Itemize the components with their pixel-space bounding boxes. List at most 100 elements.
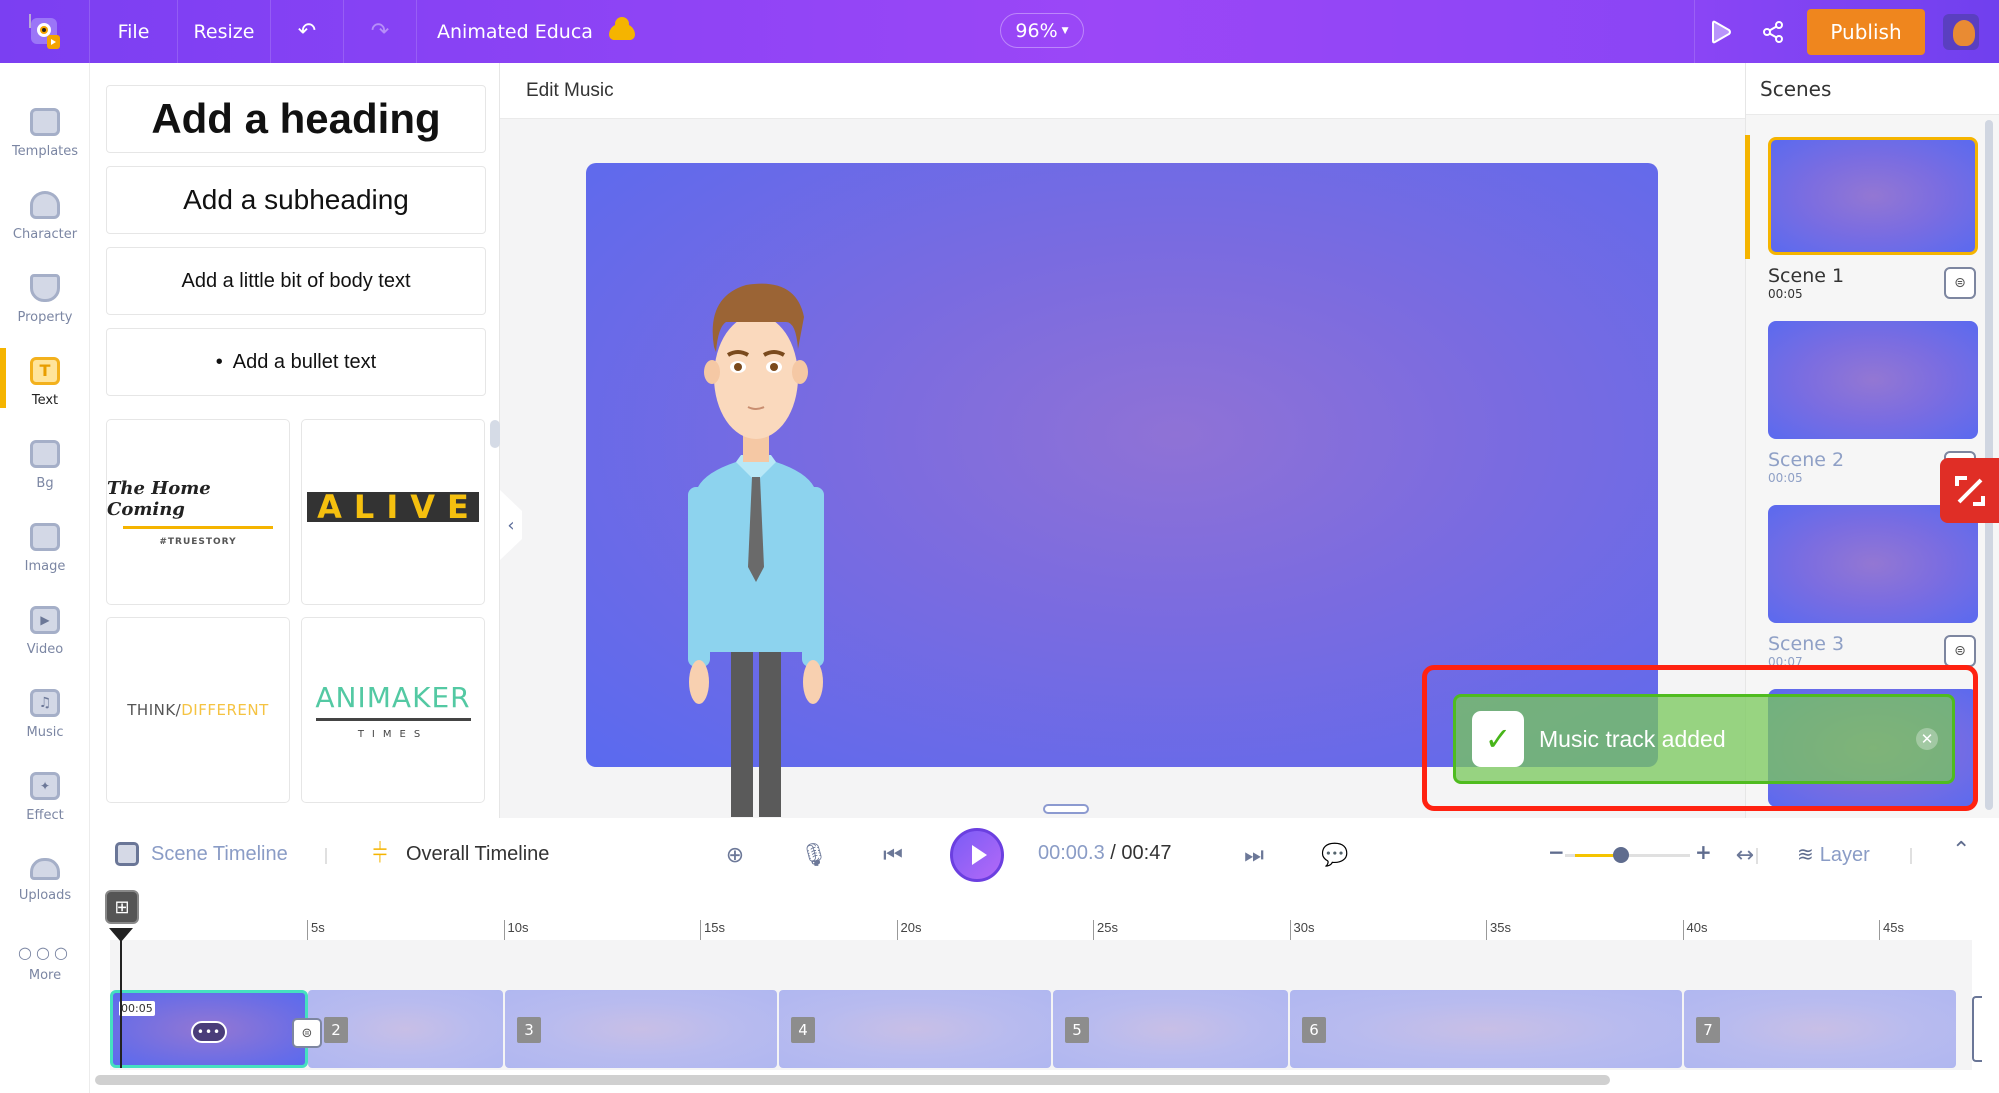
sidebar-label: More (28, 968, 62, 983)
transition-icon: ⊜ (301, 1025, 313, 1041)
block-number: 5 (1065, 1017, 1089, 1043)
bg-icon (30, 439, 60, 468)
redo-icon: ↷ (370, 19, 390, 44)
text-panel: Add a heading Add a subheading Add a lit… (90, 63, 500, 818)
scene-card-1[interactable]: Scene 1 00:05 ⊜ (1768, 137, 1978, 301)
sidebar-item-music[interactable]: ♫ Music (0, 674, 90, 754)
block-number: 2 (324, 1017, 348, 1043)
timeline-scene-block-5[interactable]: 5 (1053, 990, 1288, 1068)
template-title: ALIVE (307, 488, 479, 526)
timeline-scene-block-4[interactable]: 4 (779, 990, 1051, 1068)
sidebar-item-templates[interactable]: Templates (0, 93, 90, 173)
add-subheading-button[interactable]: Add a subheading (106, 166, 486, 234)
project-title[interactable]: Animated Educa (417, 0, 655, 63)
zoom-in-button[interactable]: + (1695, 840, 1712, 864)
preview-button[interactable] (1695, 0, 1747, 63)
add-body-text-button[interactable]: Add a little bit of body text (106, 247, 486, 315)
scene-thumbnail[interactable] (1768, 321, 1978, 439)
property-icon (30, 273, 60, 302)
playhead-line[interactable] (120, 930, 122, 1068)
timeline-scene-block-3[interactable]: 3 (505, 990, 777, 1068)
canvas-resize-handle[interactable] (1043, 804, 1089, 814)
transition-button[interactable]: ⊜ (1944, 635, 1976, 667)
scene-transition-button[interactable]: ⊜ (292, 1018, 322, 1048)
resize-menu[interactable]: Resize (178, 0, 271, 63)
user-avatar[interactable] (1943, 13, 1979, 50)
collapse-timeline-button[interactable]: ⌃ (1952, 838, 1970, 863)
chevron-left-icon: ‹ (507, 514, 515, 536)
sidebar-item-character[interactable]: Character (0, 176, 90, 256)
image-icon (30, 522, 60, 551)
scene-card-3[interactable]: Scene 3 00:07 ⊜ (1768, 505, 1978, 669)
add-camera-button[interactable]: ⊕ (718, 838, 752, 872)
app-logo[interactable] (0, 0, 90, 63)
share-button[interactable] (1747, 0, 1799, 63)
split-scene-button[interactable]: ⊞ (105, 890, 139, 924)
divider (1910, 848, 1912, 864)
skip-back-icon: ⏮ (883, 842, 903, 868)
skip-forward-icon: ⏭ (1244, 842, 1264, 868)
add-heading-button[interactable]: Add a heading (106, 85, 486, 153)
subtitles-button[interactable]: 💬 (1318, 838, 1352, 872)
sidebar-label: Video (26, 641, 64, 657)
layer-button[interactable]: ≋ Layer (1797, 842, 1870, 867)
checkmark-icon: ✓ (1472, 711, 1524, 767)
text-template-homecoming[interactable]: The Home Coming #TRUESTORY (106, 419, 290, 605)
sidebar-item-effect[interactable]: ✦ Effect (0, 757, 90, 837)
fit-arrows-icon: ↔ (1735, 842, 1755, 868)
timeline-scene-block-6[interactable]: 6 (1290, 990, 1682, 1068)
add-bullet-text-button[interactable]: • Add a bullet text (106, 328, 486, 396)
redo-button[interactable]: ↷ (344, 0, 417, 63)
sidebar-item-property[interactable]: Property (0, 259, 90, 339)
cloud-save-icon (608, 16, 635, 40)
music-icon: ♫ (30, 688, 60, 717)
tab-overall-timeline[interactable]: ⫩ Overall Timeline (366, 838, 550, 868)
timeline-zoom-slider[interactable] (1565, 847, 1690, 863)
sidebar-item-image[interactable]: Image (0, 508, 90, 588)
speech-bubble-icon: 💬 (1321, 842, 1349, 868)
current-time: 00:00.3 (1038, 842, 1105, 864)
file-menu[interactable]: File (90, 0, 178, 63)
sidebar-item-uploads[interactable]: Uploads (0, 840, 90, 920)
collapse-panel-button[interactable]: ‹ (500, 490, 522, 560)
top-bar: File Resize ↶ ↷ Animated Educa 96% ▼ Pub… (0, 0, 1999, 63)
sidebar-label: Effect (26, 807, 64, 823)
timeline-end-bracket[interactable] (1972, 996, 1982, 1062)
bullet-glyph: • (215, 350, 223, 373)
slider-knob[interactable] (1613, 847, 1630, 863)
sidebar-label: Character (12, 226, 78, 242)
skip-back-button[interactable]: ⏮ (876, 838, 910, 872)
timeline-scene-block-7[interactable]: 7 (1684, 990, 1956, 1068)
sidebar-item-bg[interactable]: Bg (0, 425, 90, 505)
zoom-out-button[interactable]: − (1548, 840, 1565, 864)
timeline-scene-block-1[interactable]: 00:05 ••• (110, 990, 308, 1068)
template-title-part1: THINK/ (127, 701, 182, 719)
zoom-dropdown[interactable]: 96% ▼ (1000, 13, 1084, 48)
text-template-animaker-times[interactable]: ANIMAKER TIMES (301, 617, 485, 803)
zoho-widget-button[interactable] (1940, 458, 1999, 523)
tab-scene-timeline[interactable]: Scene Timeline (115, 842, 288, 866)
project-title-text[interactable]: Animated Educa (437, 21, 593, 43)
timeline-horizontal-scrollbar[interactable] (95, 1075, 1610, 1085)
close-toast-button[interactable]: ✕ (1916, 728, 1938, 750)
play-button[interactable] (950, 828, 1004, 882)
text-template-think-different[interactable]: THINK/DIFFERENT (106, 617, 290, 803)
sidebar-item-text[interactable]: T Text (0, 342, 90, 422)
edit-music-label[interactable]: Edit Music (526, 80, 614, 102)
block-more-button[interactable]: ••• (191, 1021, 227, 1043)
text-template-alive[interactable]: ALIVE (301, 419, 485, 605)
character-man[interactable] (686, 277, 826, 817)
timeline-scene-block-2[interactable]: 2 (308, 990, 503, 1068)
template-title: ANIMAKER (315, 680, 471, 714)
record-voice-button[interactable]: 🎙 (797, 838, 831, 872)
sidebar-item-video[interactable]: ▶ Video (0, 591, 90, 671)
skip-forward-button[interactable]: ⏭ (1237, 838, 1271, 872)
template-subtitle: #TRUESTORY (159, 536, 237, 547)
transition-button[interactable]: ⊜ (1944, 267, 1976, 299)
undo-button[interactable]: ↶ (271, 0, 344, 63)
close-icon: ✕ (1920, 730, 1934, 748)
publish-button[interactable]: Publish (1807, 8, 1925, 55)
zoom-value: 96% (1015, 19, 1058, 42)
scene-thumbnail[interactable] (1768, 137, 1978, 255)
text-panel-scrollbar[interactable] (490, 420, 500, 448)
